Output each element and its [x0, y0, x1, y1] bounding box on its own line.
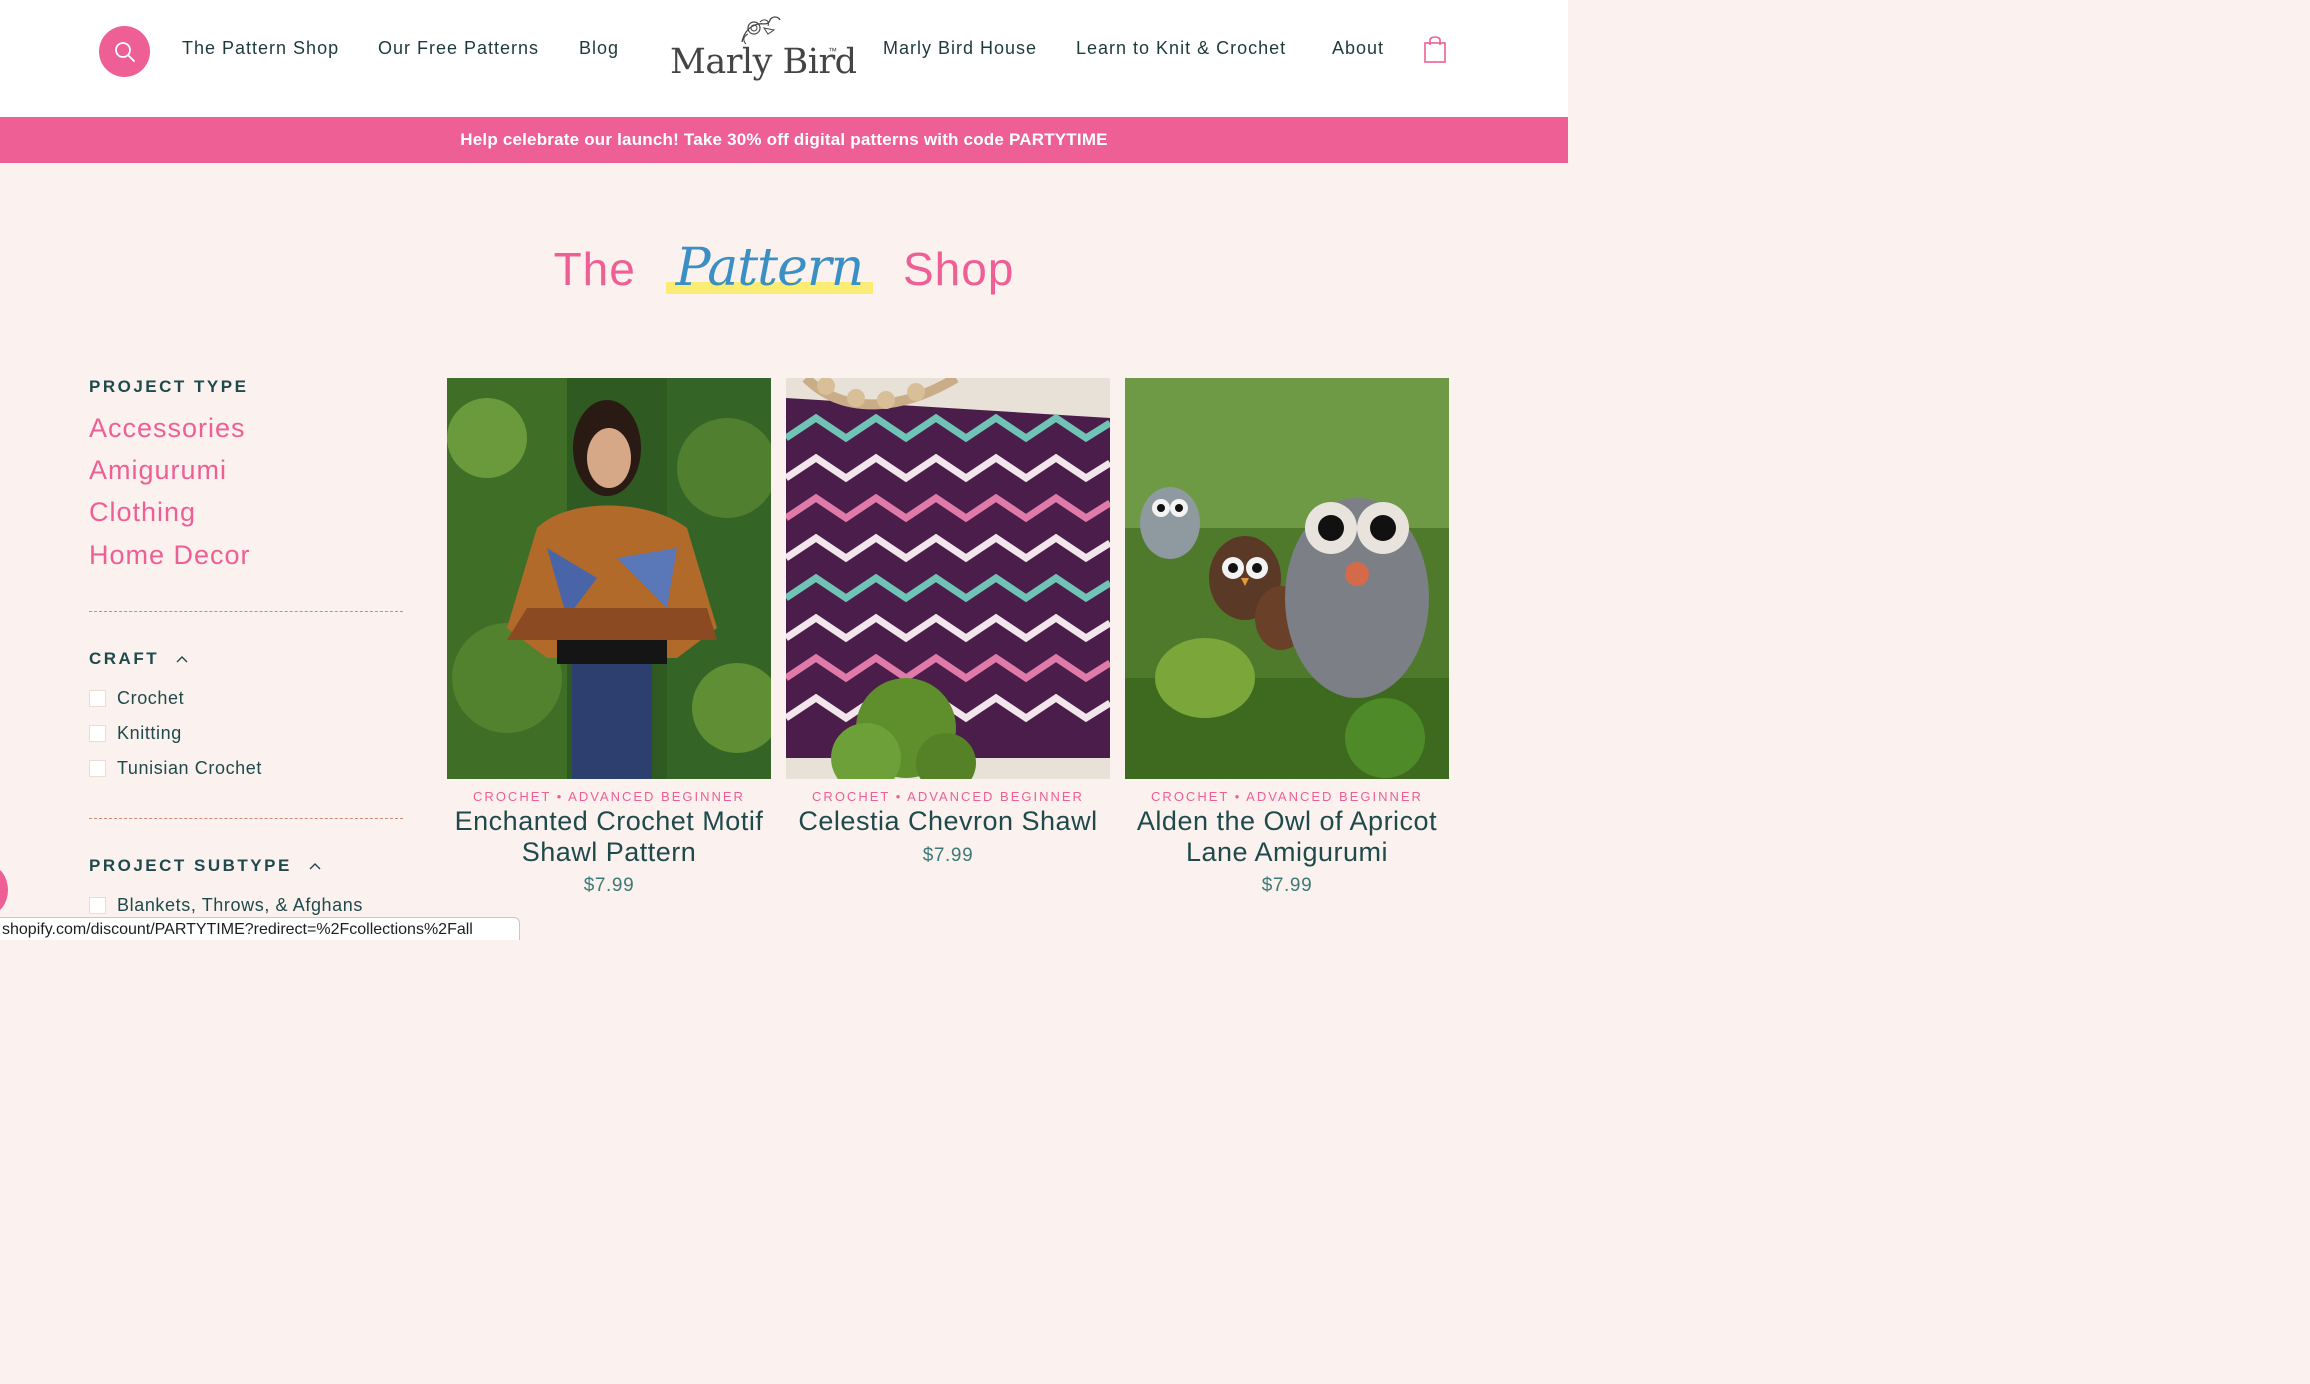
filter-amigurumi[interactable]: Amigurumi [89, 455, 227, 486]
product-image-owl-amigurumi[interactable] [1125, 378, 1449, 779]
product-meta: CROCHET • ADVANCED BEGINNER [473, 789, 745, 804]
checkbox-label: Crochet [117, 687, 185, 708]
sidebar-divider [89, 818, 403, 819]
project-subtype-heading[interactable]: PROJECT SUBTYPE [89, 856, 322, 876]
nav-about[interactable]: About [1332, 38, 1384, 59]
cart-button[interactable] [1421, 34, 1449, 66]
browser-status-url: shopify.com/discount/PARTYTIME?redirect=… [0, 917, 520, 940]
product-meta: CROCHET • ADVANCED BEGINNER [812, 789, 1084, 804]
filter-clothing[interactable]: Clothing [89, 497, 196, 528]
product-image-chevron-shawl[interactable] [786, 378, 1110, 779]
project-subtype-heading-label: PROJECT SUBTYPE [89, 856, 292, 875]
product-title[interactable]: Enchanted Crochet Motif Shawl Pattern [447, 806, 771, 867]
subtype-option-blankets[interactable]: Blankets, Throws, & Afghans [89, 894, 363, 916]
product-title[interactable]: Alden the Owl of Apricot Lane Amigurumi [1125, 806, 1449, 867]
craft-heading-label: CRAFT [89, 649, 160, 668]
site-header: The Pattern Shop Our Free Patterns Blog … [0, 0, 1568, 117]
nav-blog[interactable]: Blog [579, 38, 619, 59]
nav-pattern-shop[interactable]: The Pattern Shop [182, 38, 339, 59]
filter-accessories[interactable]: Accessories [89, 413, 246, 444]
project-type-heading: PROJECT TYPE [89, 377, 249, 396]
product-image-shawl-woman[interactable] [447, 378, 771, 779]
chevron-up-icon [176, 656, 188, 663]
chat-widget-button[interactable] [0, 866, 8, 914]
product-price: $7.99 [1261, 875, 1313, 896]
search-icon [114, 41, 135, 62]
checkbox[interactable] [89, 689, 106, 707]
craft-option-knitting[interactable]: Knitting [89, 722, 182, 744]
nav-free-patterns[interactable]: Our Free Patterns [378, 38, 539, 59]
product-card[interactable]: CROCHET • ADVANCED BEGINNER Celestia Che… [786, 378, 1110, 867]
search-button[interactable] [99, 26, 150, 77]
chevron-up-icon [309, 863, 321, 870]
filter-home-decor[interactable]: Home Decor [89, 540, 251, 571]
product-price: $7.99 [922, 844, 974, 866]
checkbox[interactable] [89, 759, 106, 777]
checkbox[interactable] [89, 896, 106, 914]
page-title: The Pattern Shop [0, 238, 1568, 298]
product-title[interactable]: Celestia Chevron Shawl [786, 806, 1110, 837]
shopping-bag-icon [1424, 36, 1446, 63]
checkbox[interactable] [89, 724, 106, 742]
promo-banner[interactable]: Help celebrate our launch! Take 30% off … [0, 117, 1568, 163]
site-logo[interactable]: Marly Bird ™ [662, 14, 857, 90]
product-card[interactable]: CROCHET • ADVANCED BEGINNER Alden the Ow… [1125, 378, 1449, 897]
checkbox-label: Blankets, Throws, & Afghans [117, 894, 363, 915]
checkbox-label: Tunisian Crochet [117, 757, 262, 778]
page-title-shop: Shop [902, 243, 1015, 295]
page-title-the: The [553, 243, 636, 295]
page-title-script-word: Pattern [665, 238, 874, 298]
logo-trademark: ™ [828, 46, 837, 56]
nav-learn-knit-crochet[interactable]: Learn to Knit & Crochet [1076, 38, 1286, 59]
craft-heading[interactable]: CRAFT [89, 649, 189, 669]
checkbox-label: Knitting [117, 722, 182, 743]
nav-marly-bird-house[interactable]: Marly Bird House [883, 38, 1037, 59]
craft-option-tunisian-crochet[interactable]: Tunisian Crochet [89, 757, 262, 779]
product-card[interactable]: CROCHET • ADVANCED BEGINNER Enchanted Cr… [447, 378, 771, 897]
product-price: $7.99 [583, 875, 635, 896]
craft-option-crochet[interactable]: Crochet [89, 687, 184, 709]
sidebar-divider [89, 611, 403, 612]
product-meta: CROCHET • ADVANCED BEGINNER [1151, 789, 1423, 804]
